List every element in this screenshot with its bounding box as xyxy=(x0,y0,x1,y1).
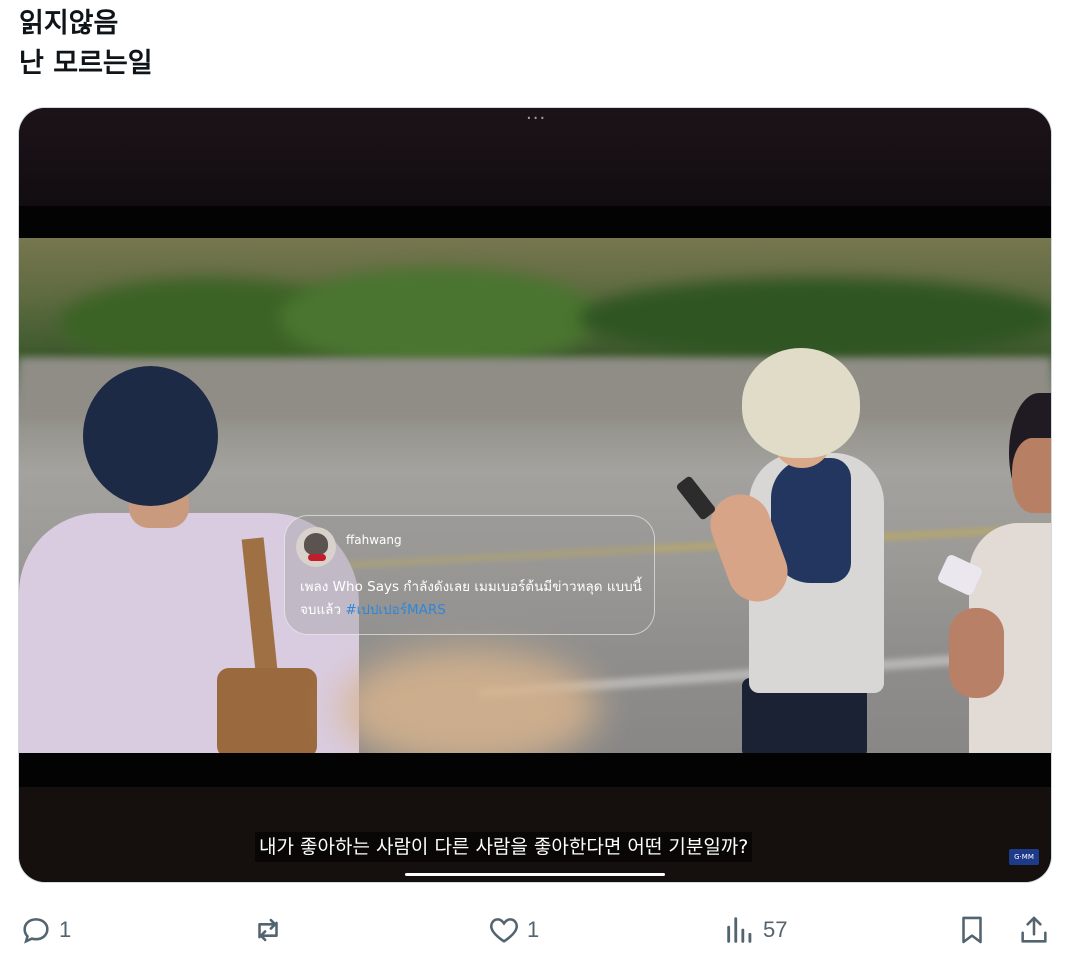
repost-button[interactable] xyxy=(251,905,285,955)
letterbox-bottom xyxy=(19,753,1051,787)
views-button[interactable]: 57 xyxy=(723,905,787,955)
share-button[interactable] xyxy=(1017,905,1051,955)
post-line-2: 난 모르는일 xyxy=(19,48,153,79)
share-icon xyxy=(1021,916,1047,943)
post-line-1: 읽지않음 xyxy=(19,8,119,39)
reply-icon xyxy=(23,918,49,944)
letterbox-top xyxy=(19,206,1051,238)
like-button[interactable]: 1 xyxy=(487,905,539,955)
avatar xyxy=(296,527,336,567)
overlay-text: เพลง Who Says กำลังดังเลย เมมเบอร์ต้นมีข… xyxy=(300,576,645,622)
views-count: 57 xyxy=(763,917,788,942)
video-subtitle: 내가 좋아하는 사람이 다른 사람을 좋아한다면 어떤 기분일까? xyxy=(255,832,753,862)
overlay-hashtag: #เปปเปอร์MARS xyxy=(345,602,446,618)
post-text: 읽지않음 난 모르는일 xyxy=(19,4,153,84)
video-frame: ffahwang เพลง Who Says กำลังดังเลย เมมเบ… xyxy=(19,238,1051,753)
more-options-icon[interactable]: ··· xyxy=(526,108,546,129)
views-icon xyxy=(727,917,752,943)
channel-watermark: G·MM xyxy=(1009,849,1039,865)
repost-icon xyxy=(258,918,278,942)
overlay-username: ffahwang xyxy=(346,533,402,547)
reply-count: 1 xyxy=(59,917,72,942)
social-post-overlay: ffahwang เพลง Who Says กำลังดังเลย เมมเบ… xyxy=(284,515,655,635)
video-player[interactable]: ··· ffahwang เพลง Who Says กำลังดังเลย เ… xyxy=(19,108,1051,882)
reply-button[interactable]: 1 xyxy=(19,905,71,955)
bookmark-icon xyxy=(962,916,982,944)
like-count: 1 xyxy=(527,917,540,942)
bookmark-button[interactable] xyxy=(955,905,989,955)
heart-icon xyxy=(490,918,518,943)
video-scrubber[interactable] xyxy=(405,873,665,876)
post-actions: 1 1 57 xyxy=(0,905,1074,955)
